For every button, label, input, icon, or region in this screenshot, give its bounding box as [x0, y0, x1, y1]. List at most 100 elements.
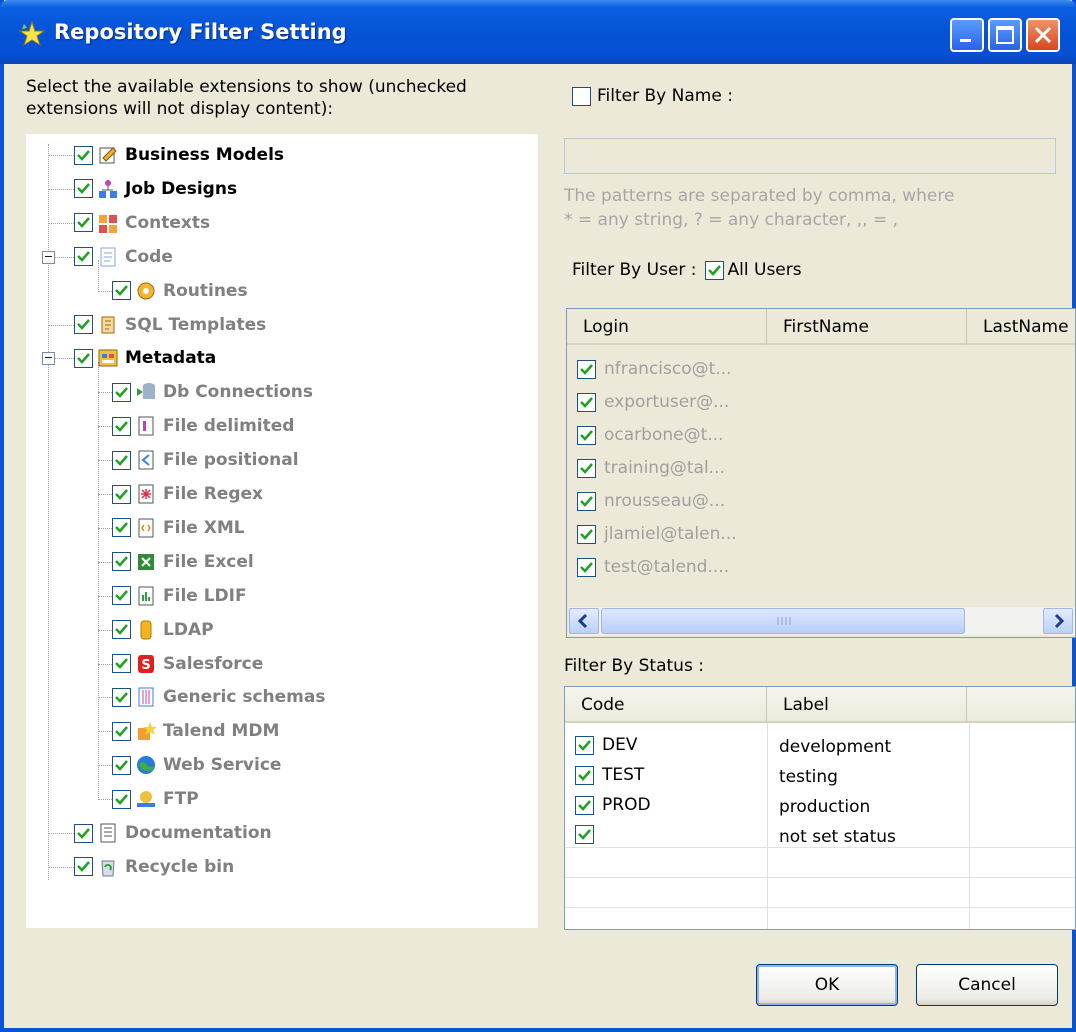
- maximize-button[interactable]: [988, 18, 1022, 52]
- close-button[interactable]: [1026, 18, 1060, 52]
- user-checkbox[interactable]: [577, 524, 596, 544]
- tree-item-checkbox[interactable]: [74, 823, 93, 843]
- checkmark-icon: [77, 319, 90, 330]
- tree-item-checkbox[interactable]: [112, 789, 131, 809]
- users-horizontal-scrollbar[interactable]: [569, 607, 1075, 635]
- tree-item-ftp[interactable]: FTP: [112, 782, 199, 816]
- tree-item-file-ldif[interactable]: File LDIF: [112, 579, 247, 613]
- grip-icon: [777, 617, 791, 625]
- tree-item-checkbox[interactable]: [74, 315, 93, 334]
- tree-item-checkbox[interactable]: [74, 213, 93, 233]
- column-code[interactable]: Code: [565, 687, 767, 723]
- tree-item-code[interactable]: Code: [74, 240, 173, 274]
- column-login[interactable]: Login: [567, 309, 767, 345]
- tree-item-checkbox[interactable]: [112, 620, 131, 640]
- tree-item-web-service[interactable]: Web Service: [112, 748, 281, 782]
- tree-item-business-models[interactable]: Business Models: [74, 138, 284, 172]
- tree-item-file-regex[interactable]: File Regex: [112, 477, 263, 511]
- checkmark-icon: [580, 396, 593, 408]
- user-checkbox[interactable]: [577, 425, 596, 445]
- user-checkbox[interactable]: [577, 392, 596, 412]
- tree-item-checkbox[interactable]: [112, 450, 131, 470]
- filter-by-user-row: Filter By User : All Users: [572, 260, 802, 280]
- tree-item-generic-schemas[interactable]: Generic schemas: [112, 680, 325, 714]
- tree-item-checkbox[interactable]: [112, 755, 131, 775]
- tree-item-checkbox[interactable]: [112, 586, 131, 606]
- tree-item-metadata[interactable]: Metadata: [74, 341, 216, 375]
- extensions-tree[interactable]: Business Models Job Designs Contexts − Code R…: [26, 134, 538, 928]
- user-login: nfrancisco@t...: [604, 359, 732, 379]
- status-checkbox[interactable]: [575, 795, 594, 815]
- status-row[interactable]: not set status: [575, 821, 1075, 851]
- tree-item-talend-mdm[interactable]: Talend MDM: [112, 714, 279, 748]
- title-bar[interactable]: Repository Filter Setting: [0, 0, 1076, 64]
- file-ldif-icon: [135, 585, 157, 607]
- tree-item-documentation[interactable]: Documentation: [74, 816, 272, 850]
- tree-item-checkbox[interactable]: [112, 416, 131, 436]
- tree-item-checkbox[interactable]: [74, 145, 93, 165]
- user-row[interactable]: ocarbone@t...: [577, 419, 723, 451]
- column-firstname[interactable]: FirstName: [767, 309, 967, 345]
- maximize-icon: [996, 26, 1014, 44]
- tree-item-checkbox[interactable]: [112, 382, 131, 402]
- minimize-button[interactable]: [950, 18, 984, 52]
- extensions-instructions: Select the available extensions to show …: [26, 77, 467, 119]
- user-checkbox[interactable]: [577, 491, 596, 511]
- tree-item-ldap[interactable]: LDAP: [112, 613, 214, 647]
- tree-item-file-excel[interactable]: File Excel: [112, 545, 254, 579]
- tree-item-sql-templates[interactable]: SQL Templates: [74, 308, 266, 342]
- status-checkbox[interactable]: [575, 825, 594, 844]
- tree-item-file-xml[interactable]: File XML: [112, 511, 245, 545]
- status-checkbox[interactable]: [575, 735, 594, 755]
- user-checkbox[interactable]: [577, 557, 596, 577]
- user-checkbox[interactable]: [577, 359, 596, 379]
- tree-item-checkbox[interactable]: [112, 654, 131, 673]
- user-row[interactable]: exportuser@...: [577, 386, 729, 418]
- filter-name-input[interactable]: [564, 138, 1056, 174]
- collapse-toggle[interactable]: −: [42, 250, 55, 264]
- column-label[interactable]: Label: [767, 687, 967, 723]
- status-row[interactable]: TEST testing: [575, 761, 1075, 791]
- status-row[interactable]: DEV development: [575, 731, 1075, 761]
- scroll-right-button[interactable]: [1043, 608, 1073, 634]
- user-row[interactable]: test@talend....: [577, 551, 729, 583]
- status-row[interactable]: PROD production: [575, 791, 1075, 821]
- ok-button[interactable]: OK: [756, 964, 898, 1006]
- tree-item-file-delimited[interactable]: File delimited: [112, 409, 294, 443]
- users-table[interactable]: Login FirstName LastName nfrancisco@t...…: [566, 308, 1076, 638]
- tree-connector: [48, 222, 74, 224]
- scroll-thumb[interactable]: [601, 608, 965, 634]
- tree-item-checkbox[interactable]: [74, 247, 93, 267]
- tree-item-salesforce[interactable]: S Salesforce: [112, 647, 263, 681]
- status-checkbox[interactable]: [575, 765, 594, 785]
- tree-item-checkbox[interactable]: [112, 552, 131, 572]
- tree-item-recycle-bin[interactable]: Recycle bin: [74, 850, 234, 884]
- tree-item-checkbox[interactable]: [112, 721, 131, 741]
- tree-item-file-positional[interactable]: File positional: [112, 443, 299, 477]
- tree-item-db-connections[interactable]: Db Connections: [112, 375, 313, 409]
- tree-item-checkbox[interactable]: [112, 518, 131, 538]
- user-row[interactable]: nrousseau@...: [577, 485, 725, 517]
- tree-item-routines[interactable]: Routines: [112, 274, 248, 308]
- user-row[interactable]: nfrancisco@t...: [577, 353, 732, 385]
- status-table[interactable]: Code Label DEV development TEST testing PROD…: [564, 686, 1076, 930]
- filter-by-name-checkbox[interactable]: [572, 86, 591, 106]
- all-users-checkbox[interactable]: [704, 260, 724, 280]
- tree-item-checkbox[interactable]: [112, 281, 131, 301]
- scroll-left-button[interactable]: [569, 608, 599, 634]
- tree-item-checkbox[interactable]: [74, 857, 93, 877]
- checkmark-icon: [77, 217, 90, 229]
- user-checkbox[interactable]: [577, 458, 596, 478]
- tree-item-checkbox[interactable]: [112, 687, 131, 707]
- tree-item-job-designs[interactable]: Job Designs: [74, 172, 237, 206]
- user-row[interactable]: jlamiel@talen...: [577, 518, 737, 550]
- user-row[interactable]: training@tal...: [577, 452, 725, 484]
- tree-item-checkbox[interactable]: [112, 484, 131, 504]
- tree-item-contexts[interactable]: Contexts: [74, 206, 210, 240]
- tree-item-checkbox[interactable]: [74, 348, 93, 368]
- tree-item-checkbox[interactable]: [74, 179, 93, 199]
- cancel-button[interactable]: Cancel: [916, 964, 1058, 1006]
- collapse-toggle[interactable]: −: [42, 352, 55, 366]
- column-lastname[interactable]: LastName: [967, 309, 1075, 345]
- filter-by-name-label: Filter By Name :: [597, 86, 733, 106]
